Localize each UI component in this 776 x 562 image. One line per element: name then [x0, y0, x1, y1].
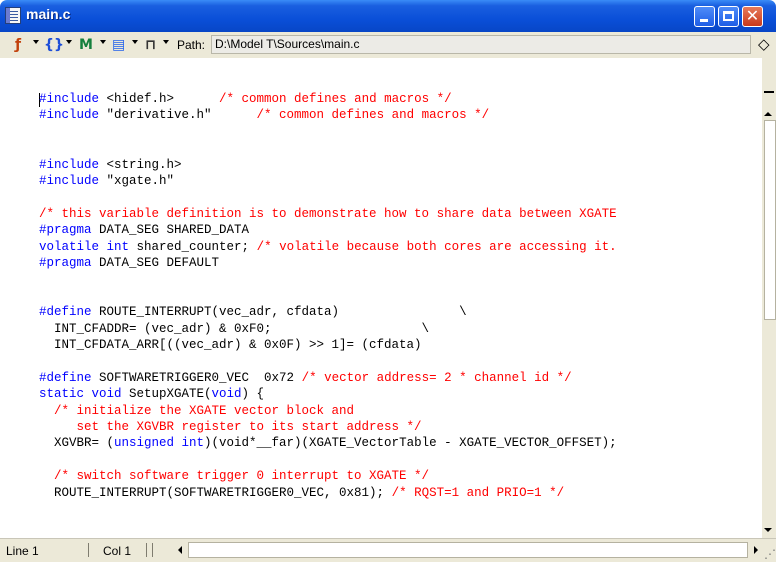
code-token: DATA_SEG SHARED_DATA — [99, 223, 250, 238]
code-line: static void SetupXGATE(void) { — [39, 386, 264, 402]
code-line: volatile int shared_counter; /* volatile… — [39, 239, 617, 255]
code-token: #include — [39, 108, 107, 123]
status-bar: Line 1 Col 1 ⋰ — [0, 538, 776, 562]
code-token: unsigned int — [114, 436, 205, 451]
code-token: SOFTWARETRIGGER0_VEC 0x72 — [99, 370, 302, 385]
code-line: #include <string.h> — [39, 157, 182, 173]
lock-icon[interactable]: ⊓ — [145, 37, 156, 53]
code-token: INT_CFDATA_ARR[((vec_adr) & 0x0F) >> 1]=… — [39, 338, 422, 352]
code-token: #pragma — [39, 256, 100, 270]
code-line: #include <hidef.h> /* common defines and… — [39, 91, 452, 107]
scroll-thumb[interactable] — [764, 120, 776, 320]
marker-icon[interactable]: M — [79, 37, 93, 53]
code-editor[interactable]: #include <hidef.h> /* common defines and… — [0, 58, 762, 538]
code-token: #define — [39, 305, 100, 320]
code-line: #pragma DATA_SEG SHARED_DATA — [39, 222, 249, 238]
code-token: INT_CFADDR= (vec_adr) & 0xF0; \ — [39, 321, 430, 336]
resize-grip-icon[interactable]: ⋰ — [764, 547, 776, 561]
code-token: SetupXGATE( — [129, 387, 212, 402]
status-separator — [146, 543, 147, 557]
path-field[interactable]: D:\Model T\Sources\main.c — [211, 35, 751, 54]
code-line: #include "derivative.h" /* common define… — [39, 107, 489, 123]
window-title: main.c — [26, 6, 71, 22]
code-token: ROUTE_INTERRUPT(SOFTWARETRIGGER0_VEC, 0x… — [39, 485, 392, 500]
minimize-button[interactable] — [694, 6, 715, 27]
code-line: INT_CFDATA_ARR[((vec_adr) & 0x0F) >> 1]=… — [39, 337, 422, 353]
code-line: set the XGVBR register to its start addr… — [39, 419, 422, 435]
status-separator — [88, 543, 89, 557]
maximize-icon — [723, 11, 734, 21]
status-separator — [152, 543, 153, 557]
chevron-down-icon[interactable] — [66, 40, 72, 44]
code-line: /* switch software trigger 0 interrupt t… — [39, 468, 429, 484]
code-line: #define SOFTWARETRIGGER0_VEC 0x72 /* vec… — [39, 370, 572, 386]
status-col: Col 1 — [103, 544, 132, 558]
maximize-button[interactable] — [718, 6, 739, 27]
code-token: <string.h> — [106, 157, 182, 172]
code-token: #pragma — [39, 223, 100, 238]
close-button[interactable]: ✕ — [742, 6, 763, 27]
chevron-down-icon[interactable] — [132, 40, 138, 44]
code-line: #include "xgate.h" — [39, 173, 174, 189]
chevron-down-icon[interactable] — [163, 40, 169, 44]
scroll-down-icon[interactable] — [764, 528, 772, 532]
code-token: /* RQST=1 and PRIO=1 */ — [391, 485, 565, 500]
code-token: /* this variable definition is to demons… — [39, 206, 617, 221]
code-token: ) { — [241, 387, 265, 402]
code-token: #include — [39, 157, 107, 172]
title-bar[interactable]: main.c ✕ — [0, 0, 776, 32]
code-token: #include — [39, 92, 107, 106]
code-token: volatile int — [39, 239, 137, 254]
code-line: XGVBR= (unsigned int)(void*__far)(XGATE_… — [39, 435, 617, 451]
code-token: /* switch software trigger 0 interrupt t… — [39, 469, 430, 484]
status-line: Line 1 — [6, 544, 39, 558]
braces-icon[interactable]: {} — [44, 37, 64, 53]
chevron-down-icon[interactable] — [33, 40, 39, 44]
scroll-left-icon[interactable] — [178, 546, 182, 554]
code-token: ROUTE_INTERRUPT(vec_adr, cfdata) \ — [99, 305, 467, 320]
editor-toolbar: ƒ {} M ▤ ⊓ Path: D:\Model T\Sources\main… — [0, 32, 776, 58]
code-line: ROUTE_INTERRUPT(SOFTWARETRIGGER0_VEC, 0x… — [39, 485, 564, 501]
function-icon[interactable]: ƒ — [15, 37, 21, 53]
minimize-icon — [700, 19, 708, 22]
code-token: void — [211, 387, 242, 402]
code-token: )(void*__far)(XGATE_VectorTable - XGATE_… — [204, 436, 617, 451]
code-token: DATA_SEG DEFAULT — [99, 256, 220, 270]
code-token: /* initialize the XGATE vector block and — [39, 403, 355, 418]
code-line: INT_CFADDR= (vec_adr) & 0xF0; \ — [39, 321, 429, 337]
code-token: "xgate.h" — [106, 174, 175, 188]
path-label: Path: — [177, 38, 206, 52]
scroll-up-icon[interactable] — [764, 112, 772, 116]
code-token: XGVBR= ( — [39, 436, 115, 451]
code-token: set the XGVBR register to its start addr… — [39, 420, 422, 434]
code-line: #define ROUTE_INTERRUPT(vec_adr, cfdata)… — [39, 304, 467, 320]
code-line: /* this variable definition is to demons… — [39, 206, 617, 222]
horizontal-scrollbar[interactable] — [188, 542, 748, 558]
document-icon — [5, 7, 21, 24]
code-token: static void — [39, 387, 130, 402]
code-token: #define — [39, 370, 100, 385]
code-token: "derivative.h" — [106, 108, 257, 123]
code-token: /* common defines and macros */ — [219, 92, 452, 106]
code-line: #pragma DATA_SEG DEFAULT — [39, 255, 219, 271]
code-token: <hidef.h> — [106, 92, 220, 106]
split-handle[interactable] — [764, 88, 774, 93]
chevron-down-icon[interactable] — [100, 40, 106, 44]
scroll-right-icon[interactable] — [754, 546, 758, 554]
document-list-icon[interactable]: ▤ — [112, 37, 125, 53]
code-token: shared_counter; — [136, 239, 257, 254]
code-token: #include — [39, 174, 107, 188]
code-token: /* vector address= 2 * channel id */ — [301, 370, 572, 385]
code-line: /* initialize the XGATE vector block and — [39, 403, 354, 419]
diamond-icon[interactable]: ◇ — [758, 35, 770, 53]
code-token: /* common defines and macros */ — [256, 108, 490, 123]
code-token: /* volatile because both cores are acces… — [256, 239, 617, 254]
close-icon: ✕ — [745, 6, 760, 25]
